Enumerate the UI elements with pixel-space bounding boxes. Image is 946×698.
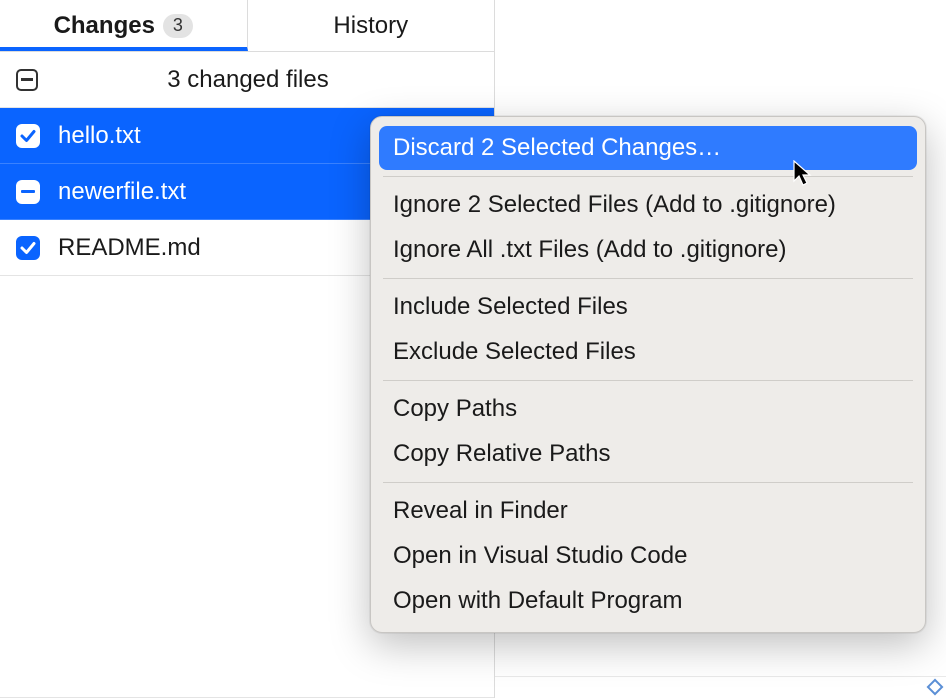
context-menu: Discard 2 Selected Changes… Ignore 2 Sel… (370, 116, 926, 633)
changes-summary-text: 3 changed files (58, 66, 478, 94)
menu-separator (383, 278, 913, 279)
resize-handle-icon[interactable] (927, 679, 944, 696)
menu-copy-relative-paths[interactable]: Copy Relative Paths (379, 432, 917, 476)
tab-history[interactable]: History (248, 0, 495, 51)
tab-changes[interactable]: Changes 3 (0, 0, 248, 51)
tabs: Changes 3 History (0, 0, 494, 52)
app-root: Changes 3 History 3 changed files hello.… (0, 0, 946, 698)
menu-exclude-selected[interactable]: Exclude Selected Files (379, 330, 917, 374)
menu-include-selected[interactable]: Include Selected Files (379, 285, 917, 329)
tab-history-label: History (333, 12, 408, 40)
menu-reveal-finder[interactable]: Reveal in Finder (379, 489, 917, 533)
file-checkbox-mixed[interactable] (16, 180, 40, 204)
check-icon (19, 239, 37, 257)
file-name: newerfile.txt (58, 178, 186, 206)
menu-separator (383, 482, 913, 483)
menu-open-vscode[interactable]: Open in Visual Studio Code (379, 534, 917, 578)
file-checkbox[interactable] (16, 236, 40, 260)
changes-count-badge: 3 (163, 14, 193, 38)
menu-separator (383, 176, 913, 177)
tab-changes-label: Changes (54, 12, 155, 40)
check-icon (19, 127, 37, 145)
menu-ignore-extension[interactable]: Ignore All .txt Files (Add to .gitignore… (379, 228, 917, 272)
menu-ignore-selected[interactable]: Ignore 2 Selected Files (Add to .gitigno… (379, 183, 917, 227)
menu-open-default[interactable]: Open with Default Program (379, 579, 917, 623)
menu-copy-paths[interactable]: Copy Paths (379, 387, 917, 431)
menu-discard-selected[interactable]: Discard 2 Selected Changes… (379, 126, 917, 170)
file-name: hello.txt (58, 122, 141, 150)
file-checkbox[interactable] (16, 124, 40, 148)
menu-separator (383, 380, 913, 381)
divider (495, 676, 946, 677)
select-all-checkbox-mixed[interactable] (16, 69, 38, 91)
file-name: README.md (58, 234, 201, 262)
changes-summary-row[interactable]: 3 changed files (0, 52, 494, 108)
